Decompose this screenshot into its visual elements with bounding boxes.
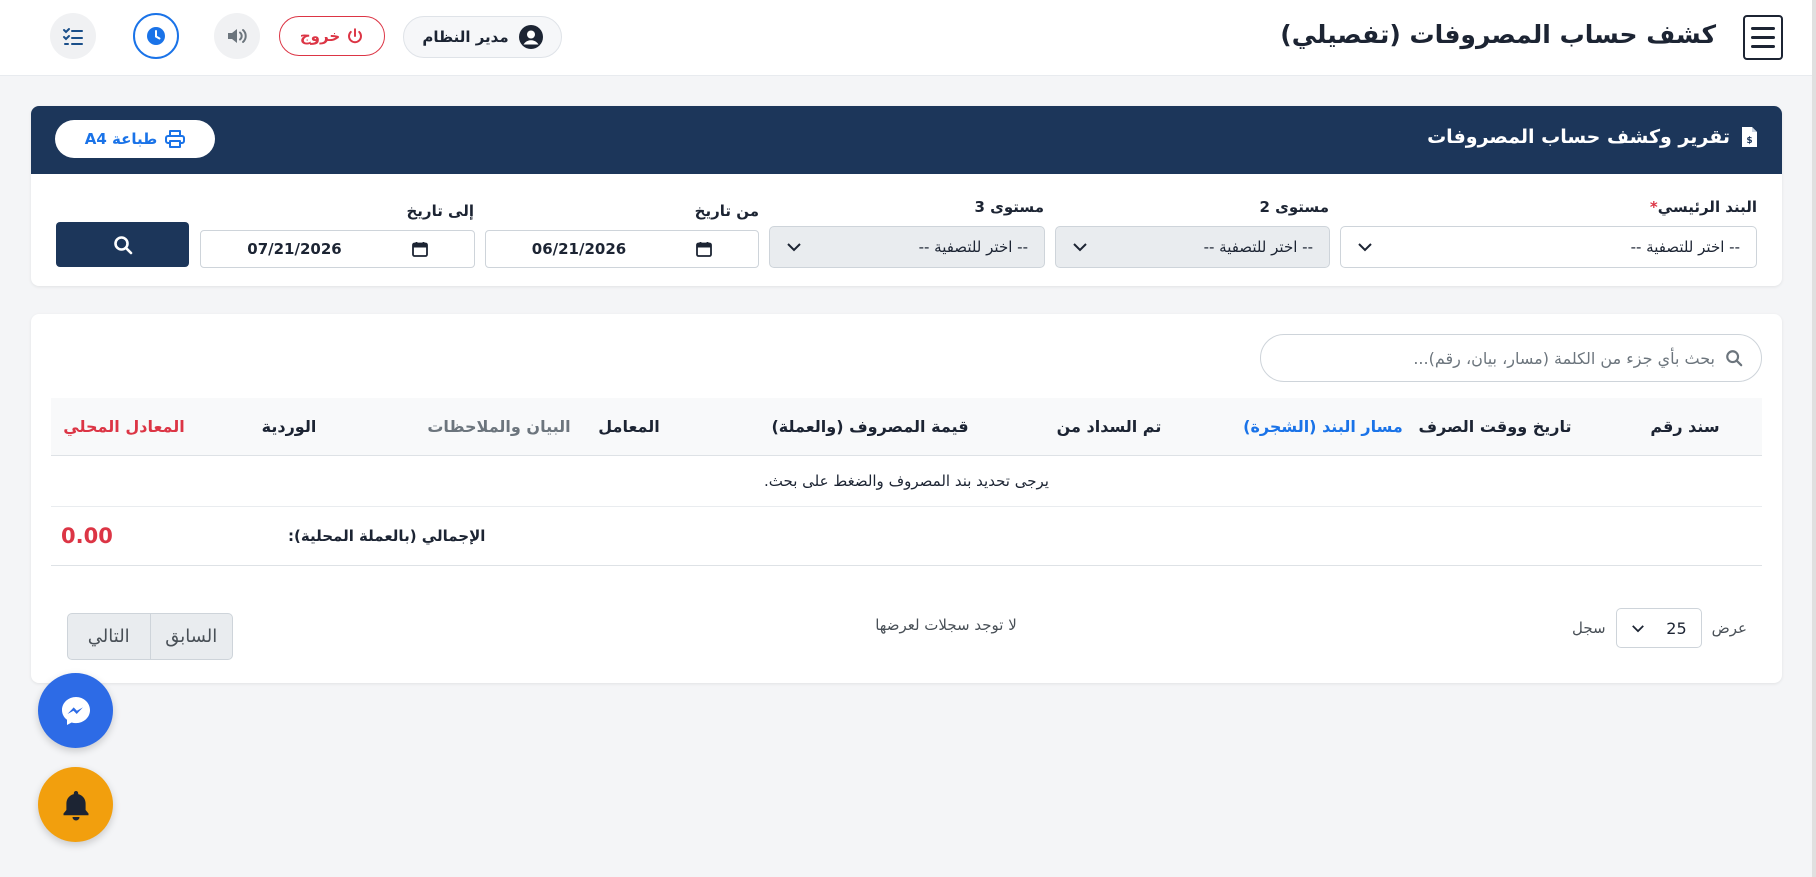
report-title: $ تقرير وكشف حساب المصروفات	[1427, 126, 1758, 148]
sound-toggle-button[interactable]	[214, 13, 260, 59]
chevron-down-icon	[1631, 624, 1644, 632]
column-header-item-path[interactable]: مسار البند (الشجرة)	[1243, 398, 1403, 456]
invoice-icon: $	[1742, 127, 1757, 147]
print-label: طباعة A4	[84, 130, 158, 148]
user-menu-button[interactable]: مدير النظام	[403, 16, 562, 58]
column-header-amount[interactable]: قيمة المصروف (والعملة)	[771, 398, 968, 456]
printer-icon	[165, 130, 186, 148]
table-search-input[interactable]: بحث بأي جزء من الكلمة (مسار، بيان، رقم).…	[1260, 334, 1762, 382]
chevron-down-icon	[787, 243, 801, 252]
print-a4-button[interactable]: طباعة A4	[55, 120, 215, 158]
report-title-text: تقرير وكشف حساب المصروفات	[1427, 126, 1730, 148]
report-filter-card: $ تقرير وكشف حساب المصروفات طباعة A4 الب…	[31, 106, 1782, 286]
messenger-button[interactable]	[38, 673, 113, 748]
next-page-button[interactable]: التالي	[68, 614, 150, 659]
no-records-info: لا توجد سجلات لعرضها	[875, 616, 1017, 634]
total-label: الإجمالي (بالعملة المحلية):	[288, 527, 486, 545]
column-header-paid-from[interactable]: تم السداد من	[1057, 398, 1162, 456]
chevron-down-icon	[1358, 243, 1372, 252]
pagination: التالي السابق	[67, 613, 233, 660]
table-header: سند رقم تاريخ ووقت الصرف مسار البند (الش…	[51, 398, 1762, 456]
tasks-button[interactable]	[50, 13, 96, 59]
notifications-button[interactable]	[38, 767, 113, 842]
to-date-input[interactable]: 07/21/2026	[200, 230, 475, 268]
calendar-icon[interactable]	[411, 241, 428, 257]
search-icon	[1726, 350, 1743, 367]
total-row: الإجمالي (بالعملة المحلية): 0.00	[51, 507, 1762, 566]
svg-text:$: $	[1746, 136, 1752, 146]
prev-page-button[interactable]: السابق	[149, 614, 233, 659]
scrollbar[interactable]	[1812, 0, 1816, 877]
chevron-down-icon	[1073, 243, 1087, 252]
search-button[interactable]	[56, 222, 189, 267]
speaker-icon	[228, 29, 247, 43]
column-header-date[interactable]: تاريخ ووقت الصرف	[1418, 398, 1571, 456]
table-search-placeholder: بحث بأي جزء من الكلمة (مسار، بيان، رقم).…	[1413, 348, 1715, 368]
menu-icon	[1751, 27, 1775, 30]
required-mark: *	[1649, 198, 1658, 216]
logout-label: خروج	[299, 27, 341, 45]
clock-button[interactable]	[133, 13, 179, 59]
level3-label: مستوى 3	[974, 198, 1045, 216]
records-label: سجل	[1572, 619, 1606, 637]
page-size-control: عرض 25 سجل	[1572, 608, 1747, 648]
level3-select[interactable]: -- اختر للتصفية --	[769, 226, 1045, 268]
to-date-label: إلى تاريخ	[406, 202, 474, 220]
level2-label: مستوى 2	[1259, 198, 1330, 216]
messenger-icon	[61, 696, 90, 725]
main-item-label: البند الرئيسي*	[1649, 198, 1757, 216]
column-header-voucher[interactable]: سند رقم	[1650, 398, 1719, 456]
bell-icon	[63, 790, 88, 820]
level2-select[interactable]: -- اختر للتصفية --	[1055, 226, 1330, 268]
column-header-shift[interactable]: الوردية	[262, 398, 317, 456]
results-card: بحث بأي جزء من الكلمة (مسار، بيان، رقم).…	[31, 314, 1782, 683]
user-name: مدير النظام	[422, 28, 509, 46]
column-header-notes[interactable]: البيان والملاحظات	[427, 398, 570, 456]
power-icon	[348, 28, 363, 44]
empty-message: يرجى تحديد بند المصروف والضغط على بحث.	[51, 456, 1762, 507]
page-title: كشف حساب المصروفات (تفصيلي)	[1280, 20, 1716, 49]
column-header-rate[interactable]: المعامل	[598, 398, 659, 456]
user-icon	[518, 25, 543, 49]
tasks-icon	[63, 28, 83, 45]
total-value: 0.00	[61, 524, 113, 548]
report-header: $ تقرير وكشف حساب المصروفات طباعة A4	[31, 106, 1782, 174]
top-bar: كشف حساب المصروفات (تفصيلي) مدير النظام …	[0, 0, 1812, 76]
main-item-select[interactable]: -- اختر للتصفية --	[1340, 226, 1757, 268]
from-date-label: من تاريخ	[694, 202, 759, 220]
clock-icon	[147, 27, 165, 45]
column-header-local-equivalent[interactable]: المعادل المحلي	[63, 398, 184, 456]
search-icon	[113, 235, 132, 254]
calendar-icon[interactable]	[696, 241, 713, 257]
from-date-input[interactable]: 06/21/2026	[485, 230, 759, 268]
logout-button[interactable]: خروج	[279, 16, 385, 56]
menu-toggle-button[interactable]	[1743, 15, 1783, 60]
show-label: عرض	[1711, 619, 1747, 637]
page-size-select[interactable]: 25	[1615, 608, 1702, 648]
